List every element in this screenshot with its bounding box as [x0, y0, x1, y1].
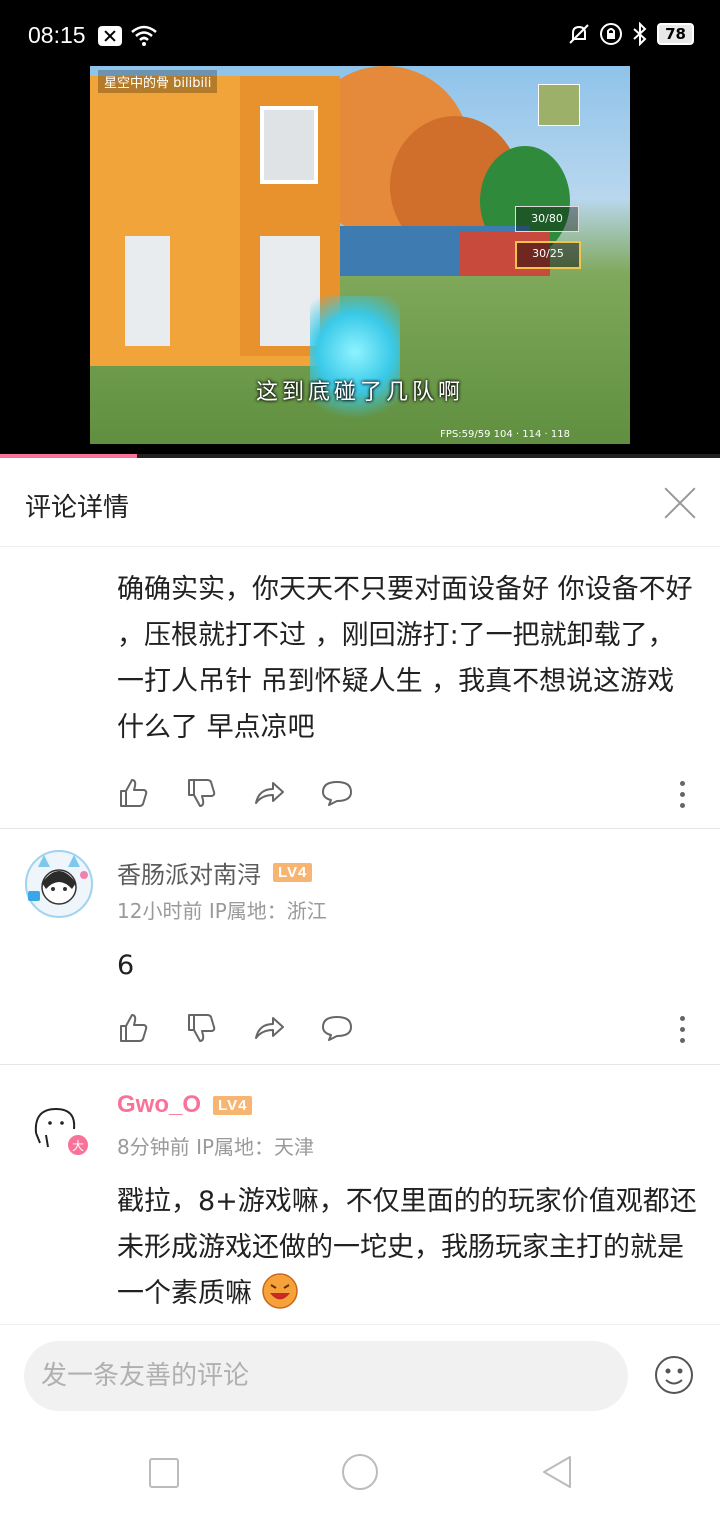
video-progress-fill	[0, 454, 137, 458]
back-icon[interactable]	[540, 1454, 574, 1490]
hud-weapon-2: 30/25	[515, 241, 581, 269]
comment-meta: 8分钟前 IP属地：天津	[117, 1131, 314, 1160]
video-subtitle: 这到底碰了几队啊	[255, 380, 464, 405]
username-text[interactable]: Gwo_O	[117, 1091, 201, 1119]
thumbs-down-icon[interactable]	[185, 777, 217, 809]
wifi-icon	[131, 25, 157, 46]
level-badge: LV4	[213, 1095, 253, 1115]
recent-apps-icon[interactable]	[149, 1458, 179, 1488]
emoji-icon[interactable]	[654, 1355, 694, 1395]
comment-ip: IP属地：天津	[196, 1135, 315, 1159]
comment-input[interactable]: 发一条友善的评论	[24, 1341, 628, 1411]
comment-item: 香肠派对南浔 LV4 12小时前 IP属地：浙江 6	[0, 829, 720, 1063]
thumbs-up-icon[interactable]	[117, 777, 149, 809]
comment-time: 8分钟前	[117, 1135, 190, 1159]
comment-text: 确确实实，你天天不只要对面设备好 你设备不好 ，压根就打不过 ，刚回游打:了一把…	[117, 574, 693, 743]
scene-door	[125, 236, 170, 346]
status-bar: 08:15 78	[0, 0, 720, 66]
mute-bell-icon	[569, 24, 589, 44]
comment-input-bar: 发一条友善的评论	[0, 1324, 720, 1425]
avatar[interactable]	[24, 849, 94, 919]
avatar[interactable]: 大	[24, 1095, 94, 1165]
comment-text-body: 戳拉，8+游戏嘛，不仅里面的的玩家价值观都还未形成游戏还做的一坨史，我肠玩家主打…	[117, 1186, 697, 1309]
comment-meta: 12小时前 IP属地：浙江	[117, 895, 327, 924]
comment-text: 6	[117, 950, 135, 981]
more-vertical-icon[interactable]	[680, 1016, 686, 1043]
hud-weapon-1: 30/80	[515, 206, 579, 232]
scene-window	[260, 106, 318, 184]
video-watermark: 星空中的骨 bilibili	[98, 70, 218, 93]
video-progress-bar[interactable]	[0, 454, 720, 458]
system-nav-bar	[0, 1424, 720, 1520]
video-fps-text: FPS:59/59 104 · 114 · 118	[440, 429, 570, 440]
comment-time: 12小时前	[117, 899, 203, 923]
status-time: 08:15	[28, 22, 86, 48]
comment-text: 戳拉，8+游戏嘛，不仅里面的的玩家价值观都还未形成游戏还做的一坨史，我肠玩家主打…	[117, 1179, 700, 1317]
close-icon[interactable]	[662, 484, 698, 520]
notification-x-icon	[98, 26, 122, 46]
thumbs-down-icon[interactable]	[185, 1012, 217, 1044]
share-icon[interactable]	[253, 1012, 285, 1044]
battery-indicator: 78	[657, 23, 694, 45]
panel-title: 评论详情	[25, 493, 130, 523]
comment-panel-header: 评论详情	[0, 460, 720, 547]
comment-actions	[117, 1012, 353, 1044]
laughing-emoji-icon	[261, 1273, 298, 1309]
bluetooth-icon	[633, 22, 647, 46]
chat-bubble-icon[interactable]	[321, 777, 353, 809]
game-minimap	[538, 84, 580, 126]
level-badge: LV4	[273, 863, 313, 882]
more-vertical-icon[interactable]	[680, 781, 686, 808]
video-player[interactable]: 星空中的骨 bilibili 30/80 30/25 这到底碰了几队啊 FPS:…	[0, 66, 720, 458]
game-character	[310, 296, 400, 436]
comment-ip: IP属地：浙江	[208, 899, 327, 923]
comment-item: 大 Gwo_O LV4 8分钟前 IP属地：天津 戳拉，8+游戏嘛，不仅里面的的…	[0, 1065, 720, 1323]
thumbs-up-icon[interactable]	[117, 1012, 149, 1044]
username-text[interactable]: 香肠派对南浔	[117, 855, 261, 890]
share-icon[interactable]	[253, 777, 285, 809]
home-icon[interactable]	[342, 1454, 378, 1490]
comment-username[interactable]: 香肠派对南浔 LV4	[117, 855, 313, 890]
video-frame[interactable]: 星空中的骨 bilibili 30/80 30/25 这到底碰了几队啊 FPS:…	[90, 66, 630, 444]
chat-bubble-icon[interactable]	[321, 1012, 353, 1044]
avatar-badge: 大	[72, 1139, 84, 1153]
comment-actions	[117, 777, 353, 809]
lock-rotation-icon	[600, 23, 623, 45]
comment-username[interactable]: Gwo_O LV4	[117, 1091, 253, 1119]
comment-item: 确确实实，你天天不只要对面设备好 你设备不好 ，压根就打不过 ，刚回游打:了一把…	[0, 547, 720, 827]
